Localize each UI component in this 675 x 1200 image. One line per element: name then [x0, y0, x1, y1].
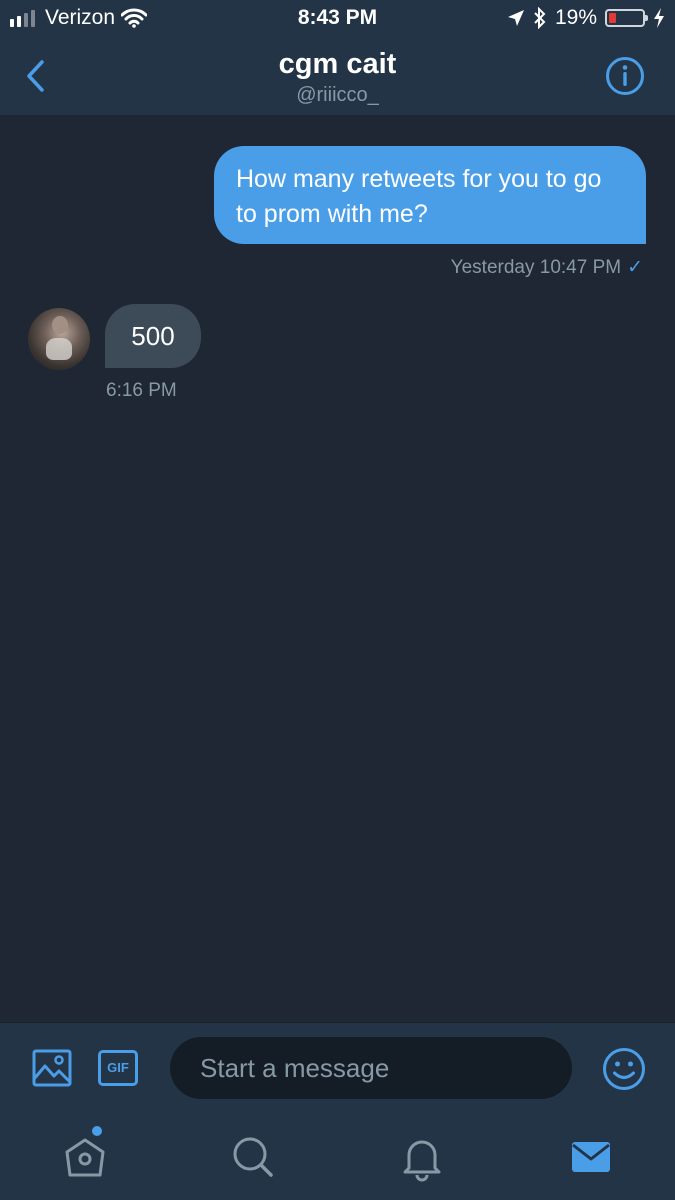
- gif-button[interactable]: GIF: [98, 1050, 138, 1086]
- battery-icon: [605, 9, 648, 27]
- incoming-message-bubble[interactable]: 500: [105, 304, 201, 368]
- top-bar: Verizon 8:43 PM 19% cgm cait @riiicco_: [0, 0, 675, 115]
- outgoing-message-bubble[interactable]: How many retweets for you to go to prom …: [214, 146, 646, 244]
- dm-conversation-screen: Verizon 8:43 PM 19% cgm cait @riiicco_ H…: [0, 0, 675, 1200]
- emoji-icon[interactable]: [602, 1047, 646, 1091]
- read-check-icon: ✓: [627, 257, 643, 278]
- tab-home[interactable]: [60, 1126, 110, 1182]
- location-arrow-icon: [507, 10, 524, 26]
- outgoing-message-meta: Yesterday 10:47 PM ✓: [451, 256, 643, 279]
- message-timestamp: Yesterday 10:47 PM: [450, 256, 622, 278]
- message-timestamp: 6:16 PM: [106, 380, 177, 401]
- message-input[interactable]: [170, 1037, 572, 1099]
- avatar[interactable]: [28, 308, 90, 370]
- messages-icon: [572, 1142, 610, 1172]
- battery-percent: 19%: [554, 6, 597, 29]
- charging-bolt-icon: [654, 8, 664, 28]
- image-icon[interactable]: [32, 1049, 72, 1087]
- contact-handle: @riiicco_: [296, 84, 379, 106]
- tab-bar: [0, 1112, 675, 1200]
- tab-notifications[interactable]: [397, 1132, 447, 1182]
- search-icon: [233, 1137, 273, 1177]
- conversation-header: cgm cait @riiicco_: [0, 38, 675, 115]
- notifications-icon: [403, 1140, 441, 1182]
- tab-messages[interactable]: [566, 1132, 616, 1182]
- unread-dot: [92, 1126, 102, 1136]
- status-bar: Verizon 8:43 PM 19%: [0, 0, 675, 38]
- info-icon[interactable]: [605, 56, 645, 96]
- contact-name: cgm cait: [278, 48, 397, 80]
- message-composer: GIF: [0, 1022, 675, 1113]
- tab-search[interactable]: [228, 1132, 278, 1182]
- home-icon: [65, 1138, 105, 1177]
- bluetooth-icon: [534, 7, 546, 29]
